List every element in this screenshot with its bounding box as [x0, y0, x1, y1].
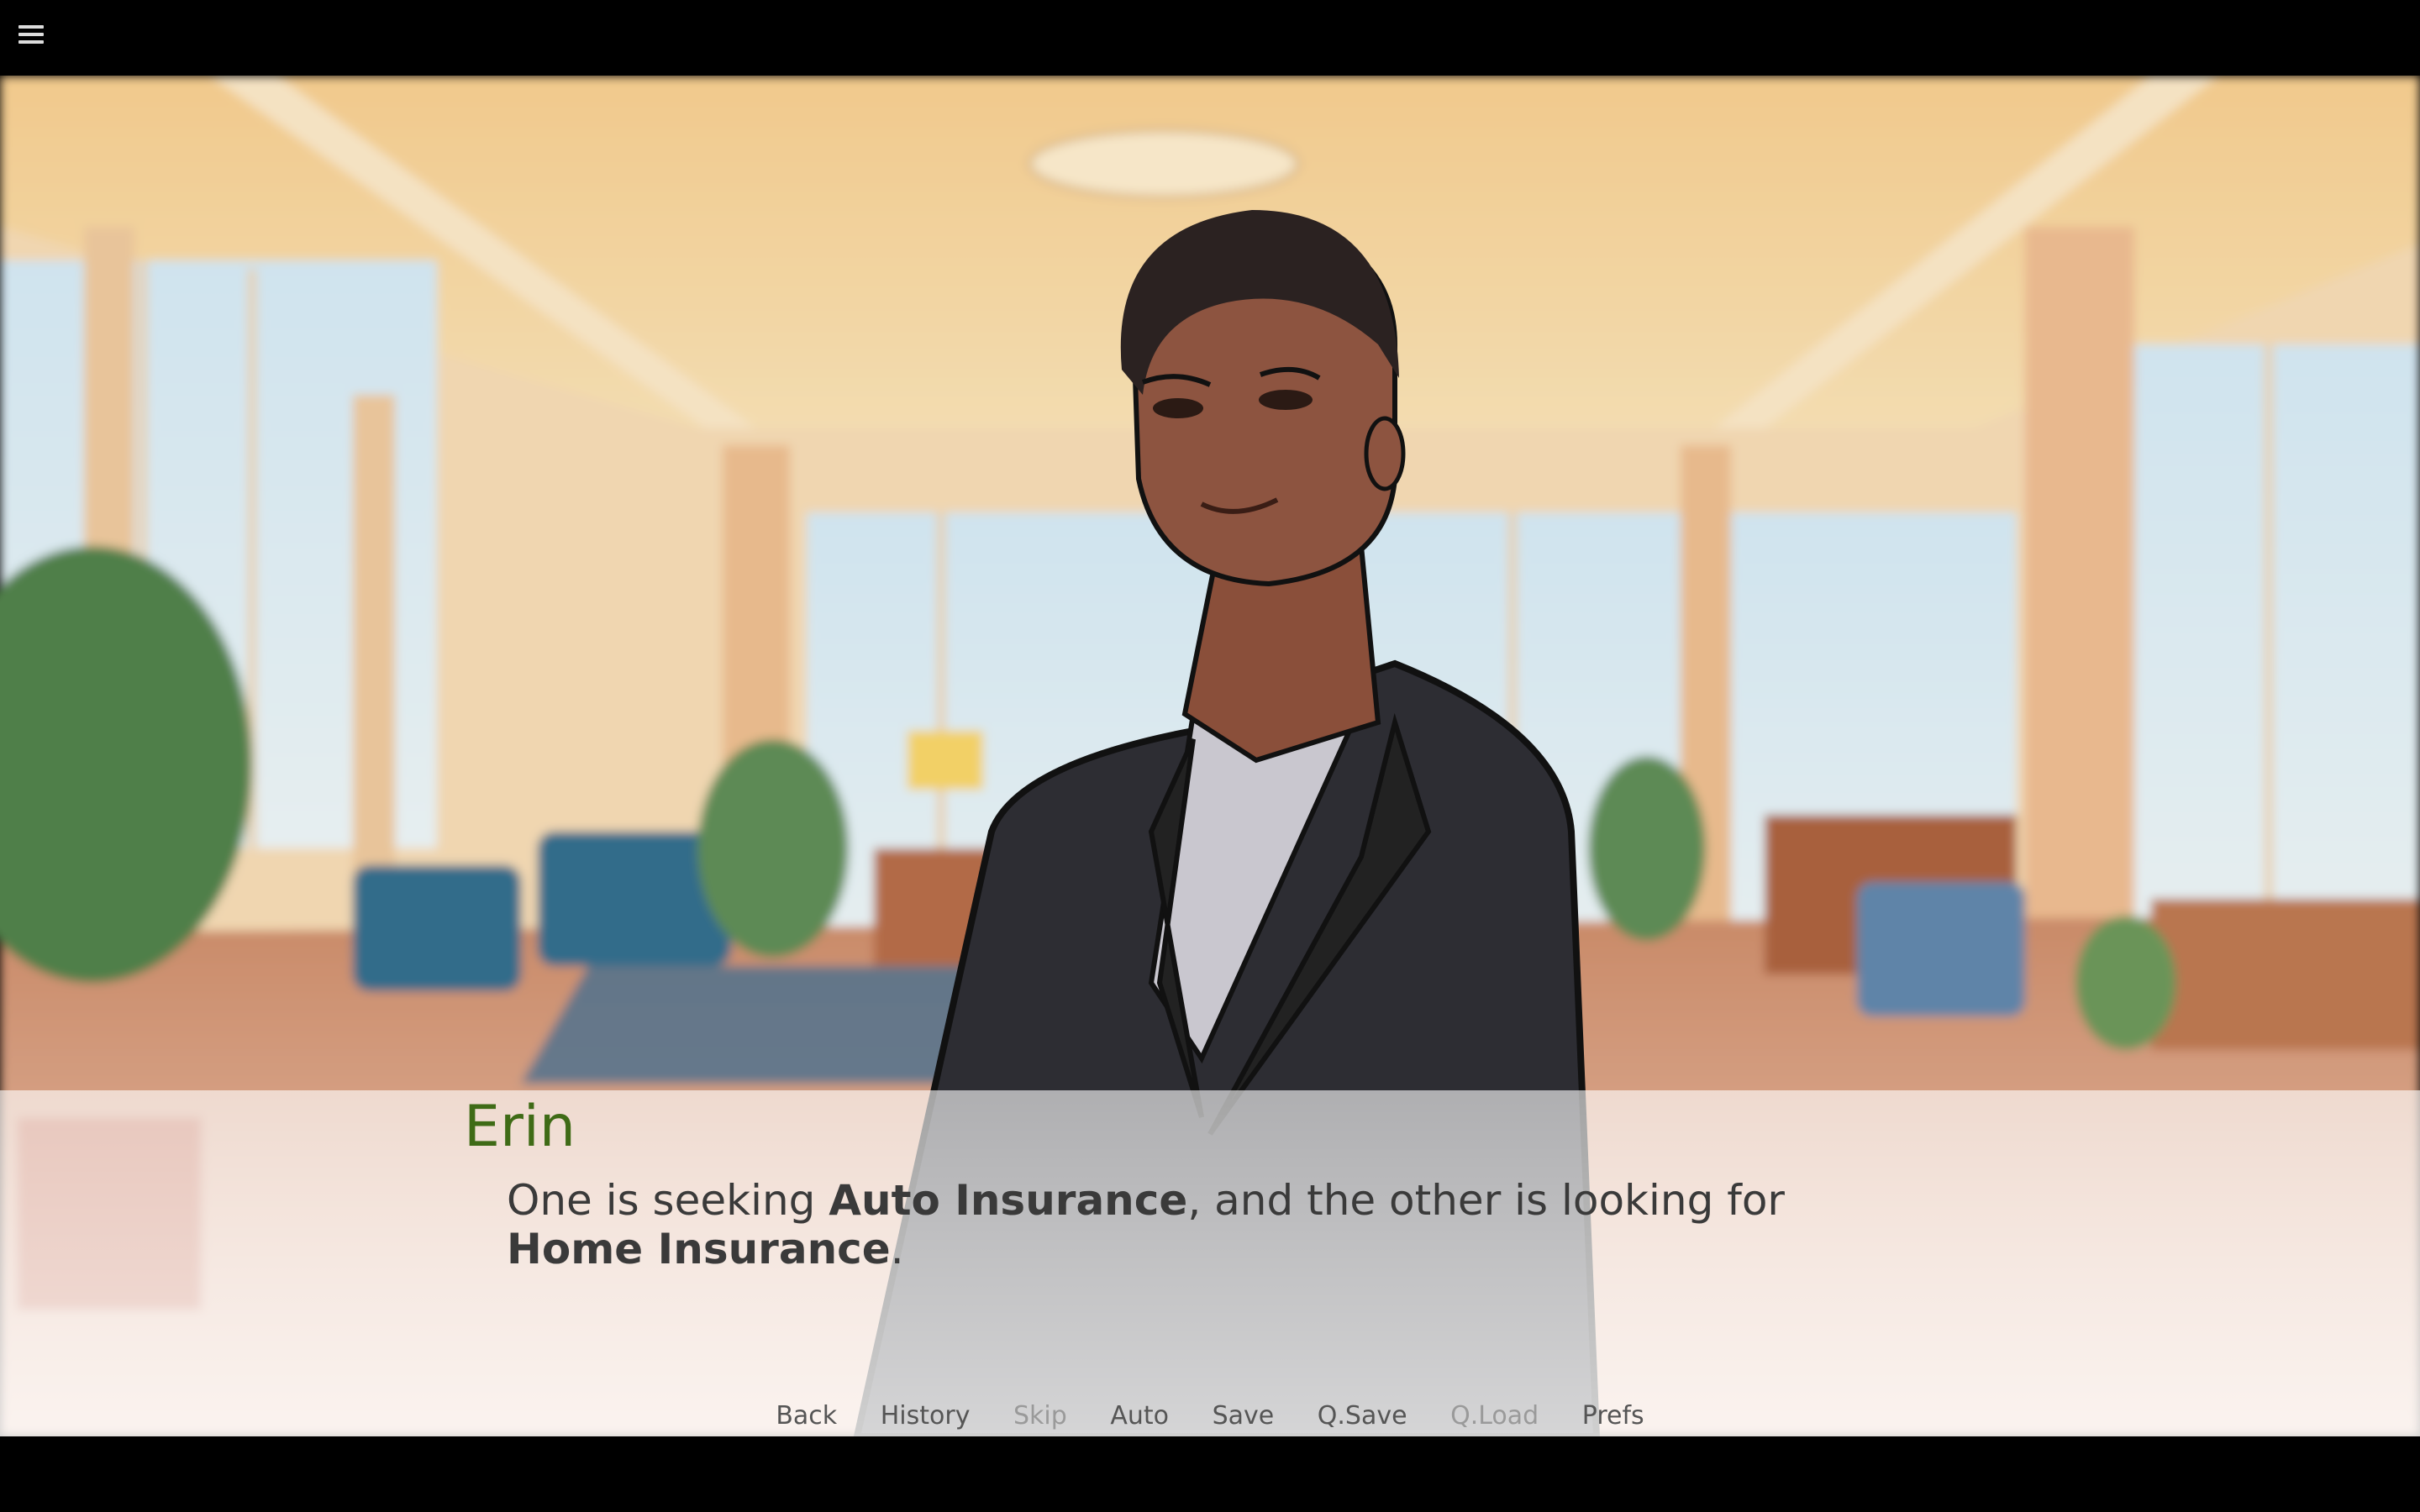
dialogue-emphasis: Home Insurance — [507, 1225, 891, 1273]
save-button[interactable]: Save — [1213, 1401, 1275, 1431]
quick-save-button[interactable]: Q.Save — [1318, 1401, 1407, 1431]
dialogue-text: One is seeking Auto Insurance, and the o… — [507, 1176, 1818, 1273]
back-button[interactable]: Back — [776, 1401, 837, 1431]
auto-button[interactable]: Auto — [1110, 1401, 1169, 1431]
skip-button[interactable]: Skip — [1013, 1401, 1067, 1431]
history-button[interactable]: History — [881, 1401, 971, 1431]
dialogue-segment: , and the other is looking for — [1187, 1176, 1785, 1225]
quick-menu: Back History Skip Auto Save Q.Save Q.Loa… — [0, 1401, 2420, 1431]
speaker-name: Erin — [464, 1094, 576, 1160]
dialogue-emphasis: Auto Insurance — [829, 1176, 1188, 1225]
prefs-button[interactable]: Prefs — [1582, 1401, 1644, 1431]
top-bar — [0, 0, 2420, 76]
hamburger-menu-icon[interactable] — [18, 25, 44, 47]
bottom-bar — [0, 1436, 2420, 1512]
dialogue-segment: One is seeking — [507, 1176, 829, 1225]
dialogue-segment: . — [890, 1225, 904, 1273]
quick-load-button[interactable]: Q.Load — [1450, 1401, 1539, 1431]
